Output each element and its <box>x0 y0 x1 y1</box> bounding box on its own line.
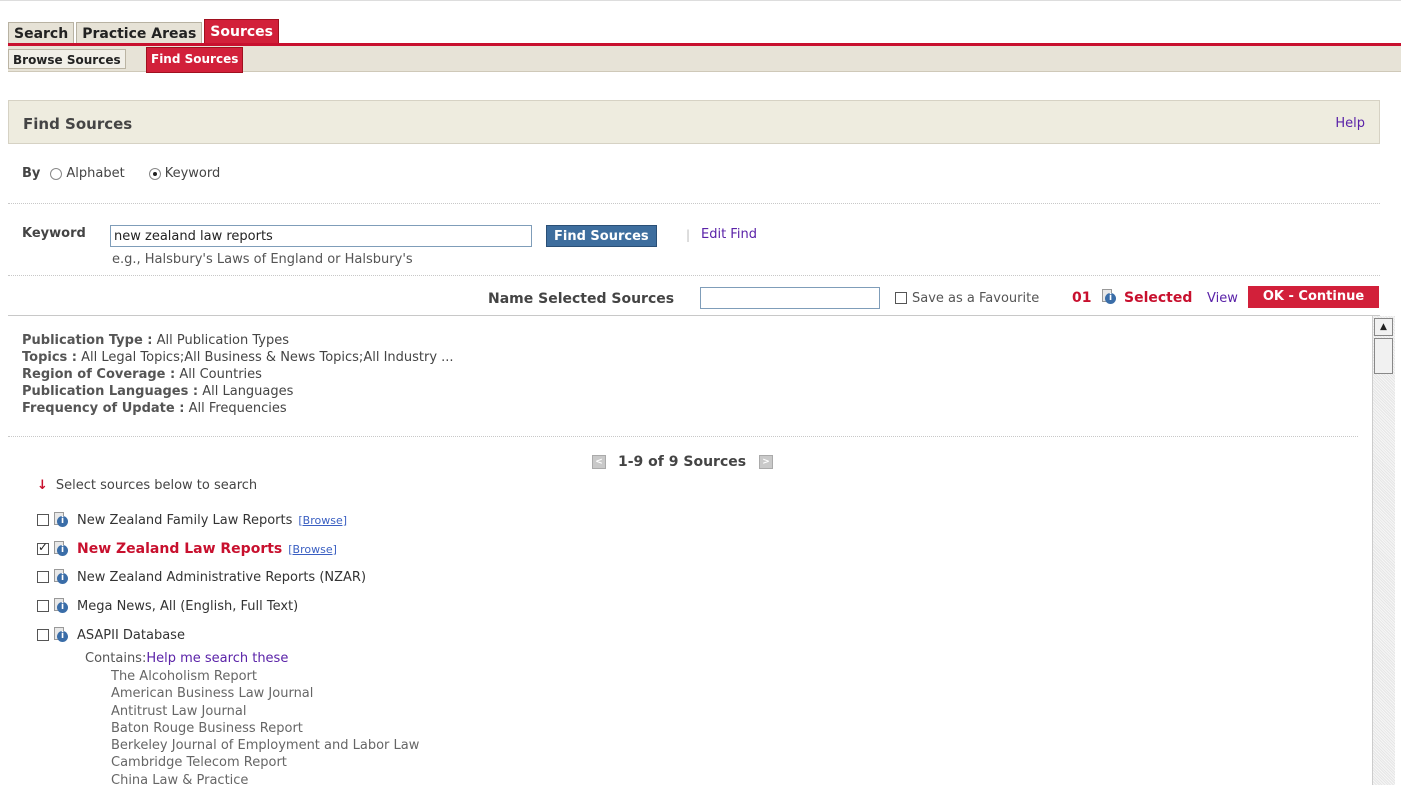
save-favourite-checkbox[interactable] <box>895 292 907 304</box>
info-icon[interactable]: i <box>54 598 68 614</box>
help-link[interactable]: Help <box>1335 116 1365 131</box>
filter-row: Frequency of Update : All Frequencies <box>22 401 287 416</box>
contains-list: The Alcoholism Report American Business … <box>111 668 419 785</box>
list-item: i New Zealand Law Reports [Browse] <box>37 540 337 557</box>
radio-alphabet-label[interactable]: Alphabet <box>66 166 124 181</box>
view-selected-link[interactable]: View <box>1207 291 1238 306</box>
by-label: By <box>22 166 41 181</box>
radio-keyword-label[interactable]: Keyword <box>165 166 221 181</box>
pager: < 1-9 of 9 Sources > <box>592 454 774 470</box>
contained-source: Baton Rouge Business Report <box>111 720 303 736</box>
page-title: Find Sources <box>23 115 133 133</box>
contained-source: China Law & Practice <box>111 772 249 785</box>
keyword-label: Keyword <box>22 226 86 241</box>
filter-row: Topics : All Legal Topics;All Business &… <box>22 350 454 365</box>
source-checkbox[interactable] <box>37 629 49 641</box>
source-name: New Zealand Administrative Reports (NZAR… <box>77 569 367 585</box>
save-favourite-label[interactable]: Save as a Favourite <box>912 291 1039 306</box>
source-checkbox[interactable] <box>37 571 49 583</box>
info-icon: i <box>1102 289 1116 305</box>
help-me-search-link[interactable]: Help me search these <box>146 651 288 666</box>
source-checkbox[interactable] <box>37 600 49 612</box>
source-checkbox[interactable] <box>37 514 49 526</box>
source-name: New Zealand Family Law Reports <box>77 512 293 528</box>
list-item: i ASAPII Database <box>37 627 185 643</box>
source-name: ASAPII Database <box>77 627 185 643</box>
radio-alphabet[interactable] <box>50 167 63 180</box>
info-icon[interactable]: i <box>54 627 68 643</box>
edit-find-link[interactable]: Edit Find <box>701 227 757 242</box>
tab-practice-areas[interactable]: Practice Areas <box>76 22 203 44</box>
list-item: i New Zealand Family Law Reports [Browse… <box>37 512 347 528</box>
selected-count: 01 <box>1072 290 1092 306</box>
source-name: New Zealand Law Reports <box>77 541 283 557</box>
contained-source: Antitrust Law Journal <box>111 703 247 719</box>
search-by-options: By Alphabet Keyword <box>22 166 244 181</box>
separator: | <box>686 228 691 242</box>
filter-row: Region of Coverage : All Countries <box>22 367 262 382</box>
contained-source: Berkeley Journal of Employment and Labor… <box>111 738 420 754</box>
list-item: i Mega News, All (English, Full Text) <box>37 598 298 614</box>
find-sources-header: Find Sources Help <box>8 100 1380 144</box>
selected-label: Selected <box>1124 290 1193 306</box>
scroll-up-arrow-icon[interactable]: ▲ <box>1374 318 1393 336</box>
info-icon[interactable]: i <box>54 512 68 528</box>
ok-continue-button[interactable]: OK - Continue <box>1248 286 1379 308</box>
keyword-hint: e.g., Halsbury's Laws of England or Hals… <box>112 252 413 267</box>
name-selected-sources-input[interactable] <box>700 287 880 309</box>
subtab-find-sources[interactable]: Find Sources <box>146 47 244 73</box>
find-sources-button[interactable]: Find Sources <box>546 225 657 247</box>
info-icon[interactable]: i <box>54 569 68 585</box>
results-pane: Publication Type : All Publication Types… <box>8 316 1370 785</box>
list-item: i New Zealand Administrative Reports (NZ… <box>37 569 366 585</box>
contained-source: Cambridge Telecom Report <box>111 755 287 771</box>
tab-sources[interactable]: Sources <box>204 19 279 44</box>
source-checkbox[interactable] <box>37 540 49 555</box>
source-name: Mega News, All (English, Full Text) <box>77 598 299 614</box>
divider <box>8 275 1380 276</box>
filter-summary: Publication Type : All Publication Types… <box>22 332 454 417</box>
contains-row: Contains:Help me search these <box>85 651 288 666</box>
prev-page-icon[interactable]: < <box>592 455 606 469</box>
name-selected-sources-label: Name Selected Sources <box>488 291 675 307</box>
filter-row: Publication Languages : All Languages <box>22 384 294 399</box>
subtab-browse-sources[interactable]: Browse Sources <box>8 49 126 69</box>
contained-source: American Business Law Journal <box>111 686 314 702</box>
info-icon[interactable]: i <box>54 541 68 557</box>
tab-search[interactable]: Search <box>8 22 75 44</box>
radio-keyword[interactable] <box>148 167 161 180</box>
down-arrow-icon: ↓ <box>37 478 48 493</box>
contained-source: The Alcoholism Report <box>111 669 257 684</box>
vertical-scrollbar[interactable]: ▲ <box>1372 316 1395 785</box>
main-tabs: Search Practice Areas Sources <box>8 19 281 44</box>
next-page-icon[interactable]: > <box>759 455 774 469</box>
browse-link[interactable]: [Browse] <box>288 543 337 556</box>
divider <box>8 203 1380 204</box>
contains-label: Contains: <box>85 651 147 666</box>
pager-text: 1-9 of 9 Sources <box>618 454 747 470</box>
select-hint: ↓ Select sources below to search <box>37 478 258 493</box>
divider <box>8 436 1358 437</box>
top-border <box>0 0 1401 1</box>
subtab-bar: Browse Sources Find Sources <box>8 46 1401 73</box>
browse-link[interactable]: [Browse] <box>298 514 347 527</box>
scrollbar-thumb[interactable] <box>1374 338 1393 374</box>
filter-row: Publication Type : All Publication Types <box>22 333 290 348</box>
keyword-input[interactable] <box>110 225 532 247</box>
